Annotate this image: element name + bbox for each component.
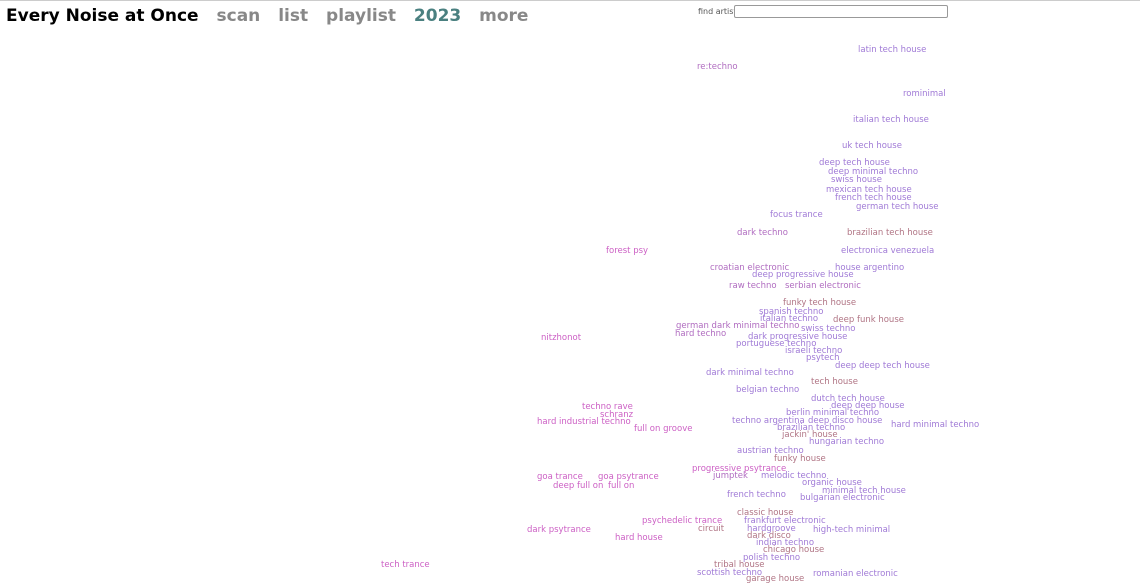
genre-deep-deep-tech-house[interactable]: deep deep tech house <box>835 361 930 371</box>
genre-romanian-electronic[interactable]: romanian electronic <box>813 569 898 579</box>
genre-rominimal[interactable]: rominimal <box>903 89 946 99</box>
genre-french-techno[interactable]: french techno <box>727 490 786 500</box>
genre-raw-techno[interactable]: raw techno <box>729 281 777 291</box>
genre-hard-house[interactable]: hard house <box>615 533 663 543</box>
genre-garage-house[interactable]: garage house <box>746 574 804 584</box>
genre-belgian-techno[interactable]: belgian techno <box>736 385 799 395</box>
genre-german-tech-house[interactable]: german tech house <box>856 202 939 212</box>
genre-tech-house[interactable]: tech house <box>811 377 858 387</box>
genre-hard-techno[interactable]: hard techno <box>675 329 726 339</box>
genre-bulgarian-electronic[interactable]: bulgarian electronic <box>800 493 885 503</box>
genre-uk-tech-house[interactable]: uk tech house <box>842 141 902 151</box>
genre-full-on[interactable]: full on <box>608 481 634 491</box>
genre-deep-progressive-house[interactable]: deep progressive house <box>752 270 854 280</box>
nav-2023[interactable]: 2023 <box>414 6 461 26</box>
genre-hard-industrial-techno[interactable]: hard industrial techno <box>537 417 631 427</box>
genre-forest-psy[interactable]: forest psy <box>606 246 648 256</box>
genre-high-tech-minimal[interactable]: high-tech minimal <box>813 525 890 535</box>
genre-swiss-house[interactable]: swiss house <box>831 175 882 185</box>
find-artist-label: find artist <box>698 7 737 16</box>
genre-dark-techno[interactable]: dark techno <box>737 228 788 238</box>
nav-scan[interactable]: scan <box>217 6 261 26</box>
top-nav: Every Noise at Once scan list playlist 2… <box>6 6 540 26</box>
genre-jumptek[interactable]: jumptek <box>713 471 748 481</box>
genre-circuit[interactable]: circuit <box>698 524 724 534</box>
genre-tech-trance[interactable]: tech trance <box>381 560 430 570</box>
genre-re-techno[interactable]: re:techno <box>697 62 738 72</box>
genre-funky-house[interactable]: funky house <box>774 454 826 464</box>
find-artist: find artist <box>698 5 948 18</box>
genre-nitzhonot[interactable]: nitzhonot <box>541 333 581 343</box>
genre-serbian-electronic[interactable]: serbian electronic <box>785 281 861 291</box>
nav-playlist[interactable]: playlist <box>326 6 396 26</box>
genre-italian-tech-house[interactable]: italian tech house <box>853 115 929 125</box>
genre-hungarian-techno[interactable]: hungarian techno <box>809 437 884 447</box>
genre-dark-minimal-techno[interactable]: dark minimal techno <box>706 368 794 378</box>
genre-full-on-groove[interactable]: full on groove <box>634 424 692 434</box>
nav-more[interactable]: more <box>479 6 528 26</box>
nav-list[interactable]: list <box>278 6 308 26</box>
genre-latin-tech-house[interactable]: latin tech house <box>858 45 926 55</box>
genre-dark-psytrance[interactable]: dark psytrance <box>527 525 591 535</box>
genre-focus-trance[interactable]: focus trance <box>770 210 823 220</box>
genre-electronica-venezuela[interactable]: electronica venezuela <box>841 246 934 256</box>
find-artist-input[interactable] <box>734 5 948 18</box>
genre-hard-minimal-techno[interactable]: hard minimal techno <box>891 420 979 430</box>
genre-deep-full-on[interactable]: deep full on <box>553 481 603 491</box>
site-title[interactable]: Every Noise at Once <box>6 6 199 26</box>
genre-brazilian-tech-house[interactable]: brazilian tech house <box>847 228 933 238</box>
